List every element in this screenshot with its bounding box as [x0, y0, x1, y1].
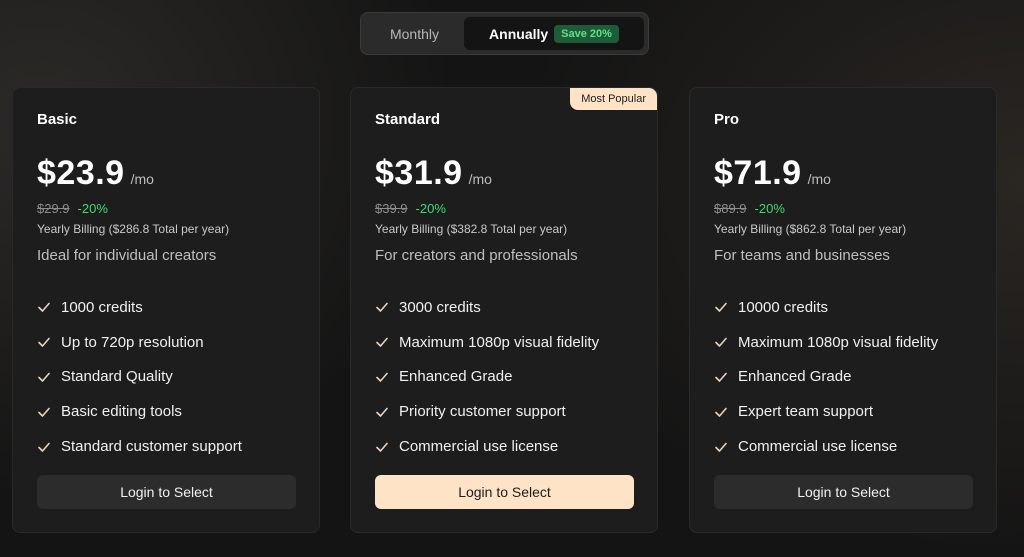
yearly-billing: Yearly Billing ($382.8 Total per year) [375, 222, 568, 236]
check-icon [376, 303, 388, 313]
feature-item: Commercial use license [375, 429, 599, 464]
feature-list: 10000 credits Maximum 1080p visual fidel… [714, 290, 938, 464]
yearly-billing: Yearly Billing ($286.8 Total per year) [37, 222, 230, 236]
feature-text: 1000 credits [61, 298, 143, 316]
feature-item: Standard customer support [37, 429, 242, 464]
original-price: $89.9 [714, 201, 747, 216]
feature-item: 10000 credits [714, 290, 938, 325]
price-row: $23.9 /mo [37, 154, 154, 193]
plan-card-standard: Most Popular Standard $31.9 /mo $39.9 -2… [350, 87, 658, 533]
most-popular-badge: Most Popular [570, 88, 657, 110]
plan-card-basic: Basic $23.9 /mo $29.9 -20% Yearly Billin… [12, 87, 320, 533]
feature-text: Standard customer support [61, 438, 242, 456]
toggle-annually[interactable]: Annually Save 20% [464, 17, 644, 50]
feature-text: Expert team support [738, 403, 874, 421]
plan-card-pro: Pro $71.9 /mo $89.9 -20% Yearly Billing … [689, 87, 997, 533]
price-period: /mo [807, 171, 831, 187]
feature-text: Commercial use license [738, 438, 898, 456]
plan-price: $23.9 [37, 154, 125, 192]
login-to-select-button[interactable]: Login to Select [375, 475, 634, 509]
feature-text: Basic editing tools [61, 403, 182, 421]
check-icon [38, 442, 50, 452]
discount-percent: -20% [415, 201, 446, 216]
check-icon [715, 337, 727, 347]
check-icon [38, 372, 50, 382]
feature-item: Basic editing tools [37, 394, 242, 429]
feature-text: Priority customer support [399, 403, 566, 421]
plan-description: For creators and professionals [375, 247, 578, 264]
feature-item: Enhanced Grade [714, 360, 938, 395]
feature-text: 3000 credits [399, 298, 481, 316]
feature-list: 3000 credits Maximum 1080p visual fideli… [375, 290, 599, 464]
plan-name: Standard [375, 111, 441, 128]
feature-text: Commercial use license [399, 438, 559, 456]
plan-name: Pro [714, 111, 740, 128]
feature-text: Enhanced Grade [399, 368, 513, 386]
check-icon [38, 303, 50, 313]
login-to-select-button[interactable]: Login to Select [714, 475, 973, 509]
feature-text: Up to 720p resolution [61, 333, 204, 351]
toggle-monthly[interactable]: Monthly [365, 17, 464, 50]
feature-item: Standard Quality [37, 360, 242, 395]
discount-percent: -20% [77, 201, 108, 216]
plan-name: Basic [37, 111, 78, 128]
check-icon [38, 407, 50, 417]
feature-list: 1000 credits Up to 720p resolution Stand… [37, 290, 242, 464]
feature-text: Enhanced Grade [738, 368, 852, 386]
check-icon [38, 337, 50, 347]
billing-toggle: Monthly Annually Save 20% [360, 12, 649, 55]
plan-description: Ideal for individual creators [37, 247, 217, 264]
feature-item: Maximum 1080p visual fidelity [375, 325, 599, 360]
feature-item: Enhanced Grade [375, 360, 599, 395]
original-price: $39.9 [375, 201, 408, 216]
check-icon [715, 442, 727, 452]
feature-text: Maximum 1080p visual fidelity [399, 333, 600, 351]
check-icon [376, 442, 388, 452]
feature-item: Commercial use license [714, 429, 938, 464]
price-row: $31.9 /mo [375, 154, 492, 193]
login-to-select-button[interactable]: Login to Select [37, 475, 296, 509]
discount-row: $89.9 -20% [714, 201, 785, 216]
check-icon [376, 372, 388, 382]
discount-percent: -20% [754, 201, 785, 216]
check-icon [376, 407, 388, 417]
feature-text: 10000 credits [738, 298, 829, 316]
price-period: /mo [130, 171, 154, 187]
save-badge: Save 20% [554, 24, 619, 43]
discount-row: $29.9 -20% [37, 201, 108, 216]
feature-item: 3000 credits [375, 290, 599, 325]
yearly-billing: Yearly Billing ($862.8 Total per year) [714, 222, 907, 236]
check-icon [715, 372, 727, 382]
price-row: $71.9 /mo [714, 154, 831, 193]
feature-item: Maximum 1080p visual fidelity [714, 325, 938, 360]
plan-price: $71.9 [714, 154, 802, 192]
toggle-annually-label: Annually [489, 25, 549, 42]
original-price: $29.9 [37, 201, 70, 216]
price-period: /mo [468, 171, 492, 187]
feature-text: Standard Quality [61, 368, 173, 386]
plan-price: $31.9 [375, 154, 463, 192]
feature-item: Up to 720p resolution [37, 325, 242, 360]
feature-item: 1000 credits [37, 290, 242, 325]
feature-item: Priority customer support [375, 394, 599, 429]
check-icon [715, 303, 727, 313]
check-icon [376, 337, 388, 347]
plan-description: For teams and businesses [714, 247, 890, 264]
check-icon [715, 407, 727, 417]
feature-text: Maximum 1080p visual fidelity [738, 333, 939, 351]
feature-item: Expert team support [714, 394, 938, 429]
discount-row: $39.9 -20% [375, 201, 446, 216]
